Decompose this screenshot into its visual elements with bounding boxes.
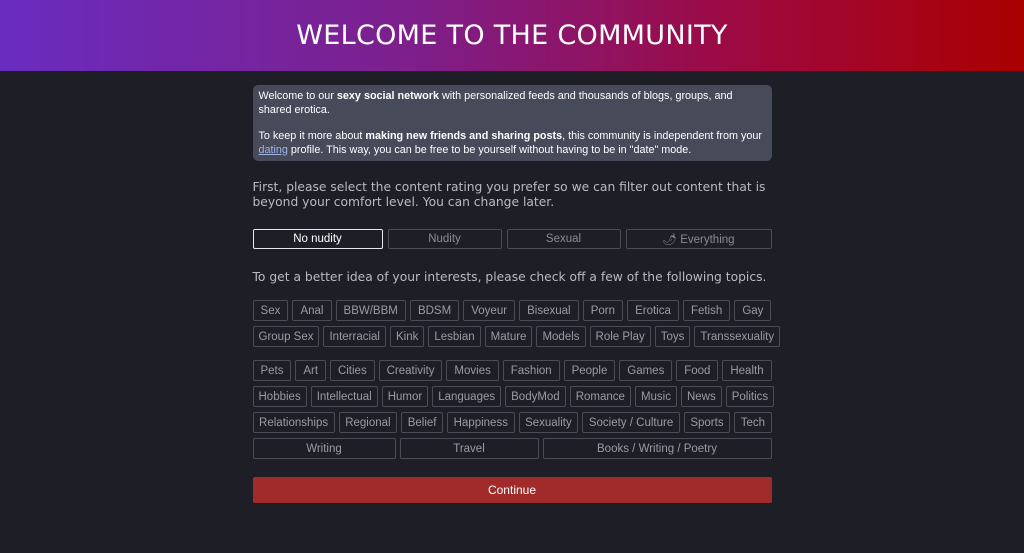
topic-tag[interactable]: Belief — [401, 412, 444, 433]
topic-tag[interactable]: Models — [536, 326, 586, 347]
topic-row: Group Sex Interracial Kink Lesbian Matur… — [252, 326, 781, 347]
topic-tag[interactable]: Toys — [654, 326, 691, 347]
intro-box: Welcome to our sexy social network with … — [252, 85, 772, 161]
topic-tag[interactable]: Anal — [292, 300, 332, 321]
topic-tag[interactable]: Music — [634, 386, 677, 407]
topic-tag[interactable]: Transsexuality — [694, 326, 781, 347]
rating-option-everything[interactable]: 🌶 Everything — [625, 229, 772, 249]
topic-tag[interactable]: Romance — [569, 386, 631, 407]
page-header: WELCOME TO THE COMMUNITY — [0, 0, 1024, 71]
topic-tag[interactable]: Lesbian — [428, 326, 481, 347]
topic-tag[interactable]: Languages — [432, 386, 502, 407]
intro-text: , this community is independent from you… — [562, 130, 762, 143]
topic-row: Sex Anal BBW/BBM BDSM Voyeur Bisexual Po… — [252, 300, 772, 321]
topic-tag[interactable]: Movies — [446, 360, 499, 381]
topic-tag[interactable]: Intellectual — [310, 386, 378, 407]
rating-prompt: First, please select the content rating … — [252, 180, 766, 209]
topic-row: Pets Art Cities Creativity Movies Fashio… — [252, 360, 772, 381]
topic-tag[interactable]: Relationships — [252, 412, 335, 433]
intro-text: Welcome to our — [258, 90, 337, 102]
topic-tag[interactable]: News — [680, 386, 722, 407]
topic-tag[interactable]: Fetish — [682, 300, 731, 321]
topic-tag[interactable]: Porn — [582, 300, 624, 321]
topic-tag[interactable]: Role Play — [589, 326, 651, 347]
topic-tag[interactable]: Pets — [252, 360, 292, 381]
content-rating-selector: No nudity Nudity Sexual 🌶 Everything — [252, 229, 772, 249]
intro-paragraph-1: Welcome to our sexy social network with … — [259, 90, 766, 117]
topic-tag[interactable]: Travel — [399, 438, 539, 459]
topic-row: Hobbies Intellectual Humor Languages Bod… — [252, 386, 775, 407]
rating-option-sexual[interactable]: Sexual — [506, 229, 621, 249]
intro-paragraph-2: To keep it more about making new friends… — [259, 130, 766, 157]
topic-tag[interactable]: Politics — [725, 386, 775, 407]
topic-tag[interactable]: Sex — [252, 300, 289, 321]
intro-text: profile. This way, you can be free to be… — [287, 143, 692, 156]
topic-tag[interactable]: Writing — [252, 438, 396, 459]
dating-link[interactable]: dating — [259, 144, 288, 156]
topic-tag[interactable]: Humor — [381, 386, 429, 407]
intro-text: To keep it more about — [258, 130, 366, 143]
continue-button[interactable]: Continue — [252, 477, 772, 503]
general-topics-group: Pets Art Cities Creativity Movies Fashio… — [252, 360, 775, 459]
topic-tag[interactable]: Sports — [683, 412, 731, 433]
topic-row: Relationships Regional Belief Happiness … — [252, 412, 772, 433]
topic-tag[interactable]: Happiness — [447, 412, 515, 433]
topic-tag[interactable]: Interracial — [323, 326, 386, 347]
topic-tag[interactable]: Hobbies — [252, 386, 307, 407]
rating-option-nudity[interactable]: Nudity — [387, 229, 502, 249]
topic-tag[interactable]: Food — [676, 360, 719, 381]
topic-tag[interactable]: Cities — [330, 360, 375, 381]
rating-option-no-nudity[interactable]: No nudity — [252, 229, 383, 249]
topic-tag[interactable]: Creativity — [378, 360, 443, 381]
topic-row: Writing Travel Books / Writing / Poetry — [252, 438, 772, 459]
intro-bold-text: making new friends and sharing posts — [365, 130, 563, 143]
topic-tag[interactable]: Tech — [734, 412, 772, 433]
topics-prompt: To get a better idea of your interests, … — [252, 270, 767, 284]
topic-tag[interactable]: Society / Culture — [582, 412, 680, 433]
topic-tag[interactable]: BodyMod — [505, 386, 566, 407]
topic-tag[interactable]: Art — [295, 360, 326, 381]
main-content: Welcome to our sexy social network with … — [252, 85, 781, 503]
topic-tag[interactable]: Voyeur — [463, 300, 516, 321]
topic-tag[interactable]: People — [563, 360, 616, 381]
adult-topics-group: Sex Anal BBW/BBM BDSM Voyeur Bisexual Po… — [252, 300, 781, 347]
topic-tag[interactable]: Gay — [734, 300, 772, 321]
topic-tag[interactable]: Regional — [338, 412, 398, 433]
topic-tag[interactable]: Fashion — [502, 360, 560, 381]
topic-tag[interactable]: Games — [619, 360, 673, 381]
topic-tag[interactable]: Sexuality — [518, 412, 579, 433]
topic-tag[interactable]: Mature — [484, 326, 533, 347]
topic-tag[interactable]: Kink — [389, 326, 425, 347]
topic-tag[interactable]: Health — [722, 360, 772, 381]
topic-tag[interactable]: BDSM — [409, 300, 460, 321]
page-title: WELCOME TO THE COMMUNITY — [296, 20, 728, 51]
topic-tag[interactable]: Erotica — [627, 300, 679, 321]
topic-tag[interactable]: Group Sex — [252, 326, 320, 347]
intro-bold-text: sexy social network — [336, 90, 439, 102]
topic-tag[interactable]: BBW/BBM — [335, 300, 406, 321]
topic-tag[interactable]: Bisexual — [519, 300, 579, 321]
topic-tag[interactable]: Books / Writing / Poetry — [542, 438, 772, 459]
